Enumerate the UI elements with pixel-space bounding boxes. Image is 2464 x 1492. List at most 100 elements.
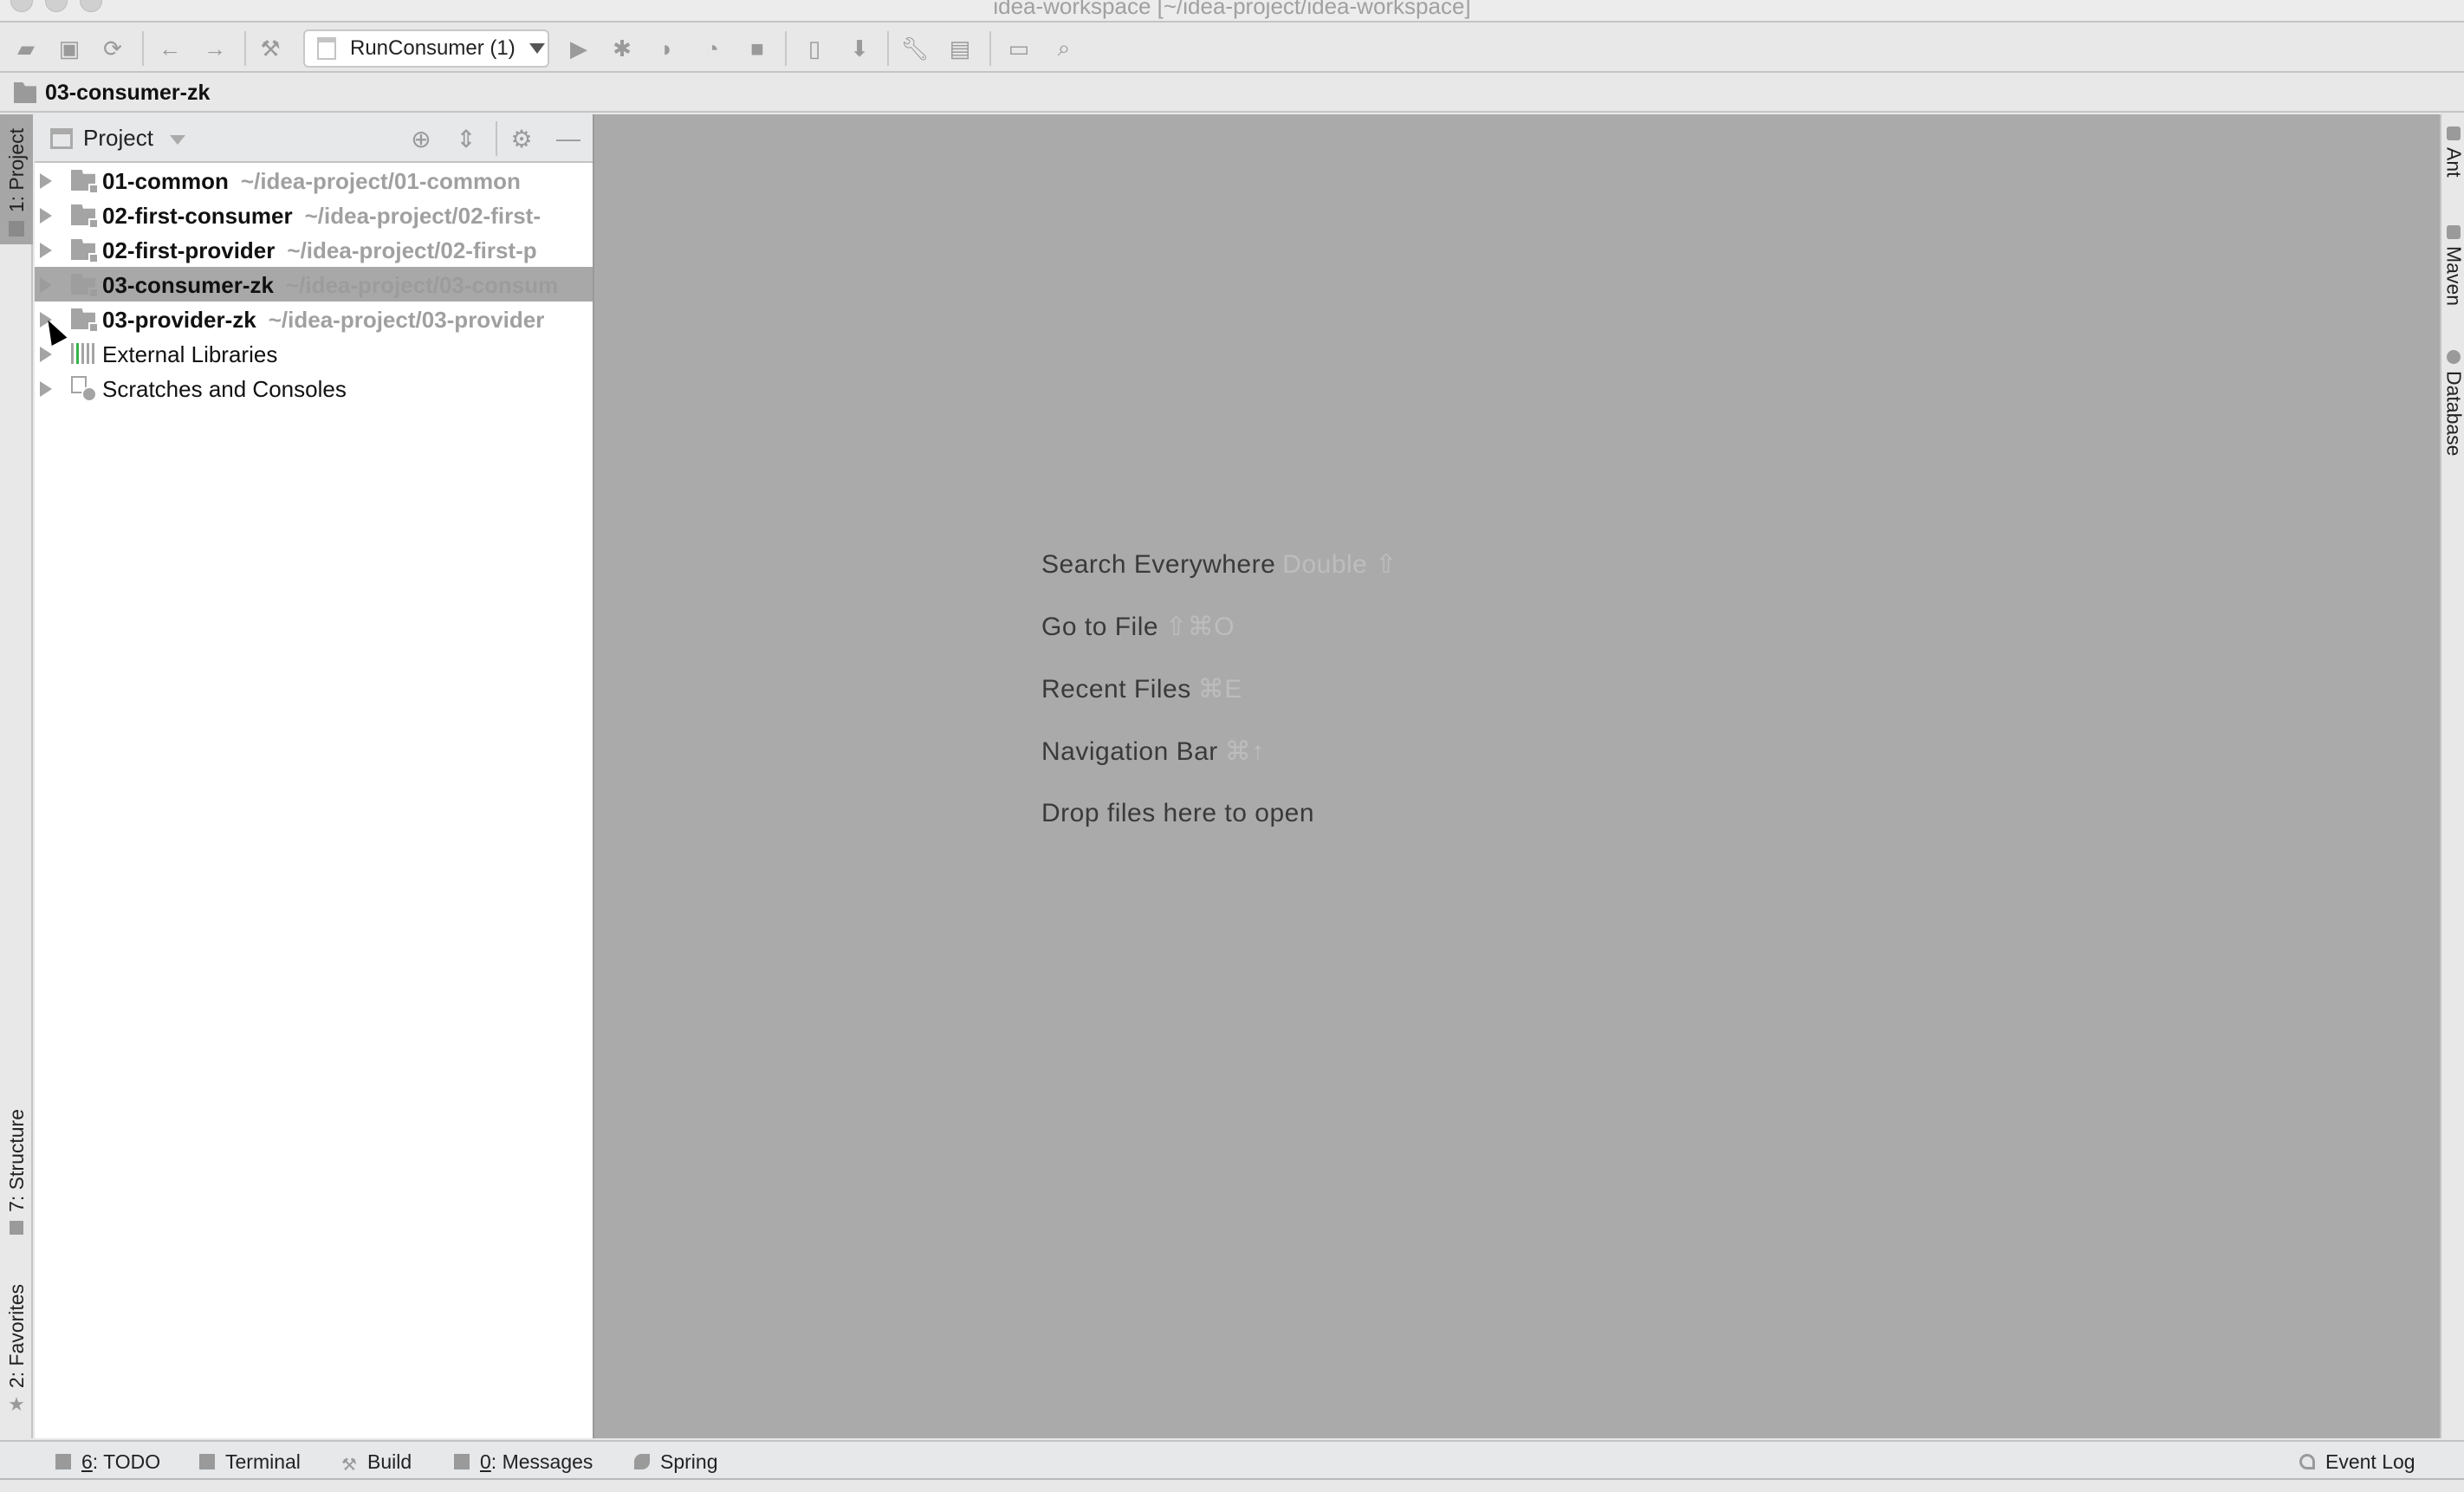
tab-favorites-label: 2: Favorites bbox=[4, 1284, 28, 1389]
tree-item-name: 03-provider-zk bbox=[102, 307, 256, 333]
editor-area[interactable]: Search Everywhere Double ⇧ Go to File ⇧⌘O … bbox=[593, 114, 2440, 1438]
presentation-icon[interactable]: ▭ bbox=[1005, 35, 1033, 62]
tab-structure-label: 7: Structure bbox=[4, 1109, 28, 1212]
messages-label: : Messages bbox=[490, 1450, 593, 1473]
todo-mnemonic: 6 bbox=[81, 1450, 93, 1473]
tree-item-path: ~/idea-project/02-first- bbox=[304, 203, 541, 229]
gear-icon[interactable]: ⚙ bbox=[508, 125, 535, 152]
save-icon[interactable]: ▣ bbox=[55, 35, 83, 62]
hint-label: Navigation Bar bbox=[1041, 737, 1218, 766]
debug-icon[interactable]: ✱ bbox=[608, 35, 636, 62]
tab-spring[interactable]: Spring bbox=[634, 1449, 717, 1475]
run-configuration-selector[interactable]: RunConsumer (1) bbox=[303, 29, 549, 68]
sync-icon[interactable]: ⟳ bbox=[99, 35, 126, 62]
project-structure-icon[interactable]: ▤ bbox=[946, 35, 974, 62]
expand-arrow-icon[interactable] bbox=[40, 347, 52, 362]
collapse-all-icon[interactable]: ⇕ bbox=[452, 125, 480, 152]
breadcrumb-item[interactable]: 03-consumer-zk bbox=[45, 81, 210, 106]
tab-ant[interactable]: Ant bbox=[2441, 126, 2464, 178]
tab-build[interactable]: ⚒ Build bbox=[341, 1449, 412, 1476]
tab-maven-label: Maven bbox=[2442, 246, 2464, 307]
expand-arrow-icon[interactable] bbox=[40, 208, 52, 224]
hint-label: Go to File bbox=[1041, 613, 1159, 641]
module-folder-icon bbox=[71, 308, 99, 333]
chevron-down-icon[interactable] bbox=[170, 135, 185, 145]
project-tool-window: Project ⊕ ⇕ ⚙ — 01-common ~/idea-project/… bbox=[35, 114, 593, 1438]
event-log-icon bbox=[2299, 1454, 2315, 1469]
tab-project-label: 1: Project bbox=[4, 128, 28, 213]
tree-item-module[interactable]: 03-provider-zk ~/idea-project/03-provider bbox=[35, 302, 593, 336]
module-folder-icon bbox=[71, 170, 99, 194]
tree-item-module[interactable]: 01-common ~/idea-project/01-common bbox=[35, 163, 593, 198]
tree-item-module[interactable]: 02-first-consumer ~/idea-project/02-first… bbox=[35, 198, 593, 232]
tab-structure[interactable]: 7: Structure bbox=[0, 1109, 33, 1248]
project-icon bbox=[9, 221, 24, 237]
terminal-icon bbox=[199, 1454, 215, 1469]
expand-arrow-icon[interactable] bbox=[40, 173, 52, 189]
scratches-icon bbox=[71, 376, 97, 402]
sdk-download-icon[interactable]: ⬇ bbox=[846, 35, 873, 62]
chevron-down-icon bbox=[528, 43, 545, 54]
structure-icon bbox=[10, 1220, 23, 1235]
tab-terminal[interactable]: Terminal bbox=[199, 1449, 301, 1475]
back-icon[interactable]: ← bbox=[156, 35, 184, 62]
tree-item-module-selected[interactable]: 03-consumer-zk ~/idea-project/03-consum bbox=[35, 267, 593, 302]
settings-wrench-icon[interactable]: 🔧︎ bbox=[901, 35, 930, 62]
hide-panel-icon[interactable]: — bbox=[554, 125, 582, 152]
toolbar-separator bbox=[244, 31, 246, 66]
search-icon[interactable]: ⌕ bbox=[1050, 35, 1078, 62]
messages-mnemonic: 0 bbox=[480, 1450, 491, 1473]
run-icon[interactable]: ▶ bbox=[565, 35, 593, 62]
build-hammer-icon[interactable]: ⚒ bbox=[256, 35, 284, 62]
title-bar: idea-workspace [~/idea-project/idea-work… bbox=[0, 0, 2464, 23]
tab-project[interactable]: 1: Project bbox=[0, 114, 33, 244]
tree-item-external-libraries[interactable]: External Libraries bbox=[35, 336, 593, 371]
maven-icon bbox=[2447, 225, 2461, 239]
event-log-label: Event Log bbox=[2325, 1450, 2415, 1473]
open-folder-icon[interactable]: ▰ bbox=[12, 35, 40, 62]
expand-arrow-icon[interactable] bbox=[40, 277, 52, 293]
hint-label: Drop files here to open bbox=[1041, 799, 1315, 827]
toolbar-separator bbox=[989, 31, 991, 66]
tree-item-name: Scratches and Consoles bbox=[102, 376, 347, 402]
project-view-icon bbox=[50, 128, 73, 149]
bottom-tool-stripe: 6: TODO Terminal ⚒ Build 0: Messages Spr… bbox=[0, 1440, 2464, 1480]
tab-event-log[interactable]: Event Log bbox=[2299, 1449, 2415, 1475]
locate-file-icon[interactable]: ⊕ bbox=[407, 125, 435, 152]
tab-ant-label: Ant bbox=[2442, 147, 2464, 178]
terminal-label: Terminal bbox=[225, 1450, 301, 1473]
tree-item-module[interactable]: 02-first-provider ~/idea-project/02-first… bbox=[35, 232, 593, 267]
tab-favorites[interactable]: 2: Favorites ★ bbox=[0, 1284, 33, 1431]
profile-icon[interactable]: ◔ bbox=[698, 35, 726, 62]
todo-label: : TODO bbox=[92, 1450, 161, 1473]
tab-todo[interactable]: 6: TODO bbox=[55, 1449, 160, 1475]
tree-item-name: 02-first-consumer bbox=[102, 203, 293, 229]
device-icon[interactable]: ▯ bbox=[801, 35, 828, 62]
right-tool-stripe: Ant Maven Database bbox=[2440, 114, 2464, 1438]
tree-item-name: 02-first-provider bbox=[102, 237, 276, 263]
tree-item-name: External Libraries bbox=[102, 341, 278, 367]
expand-arrow-icon[interactable] bbox=[40, 243, 52, 258]
toolbar-separator bbox=[785, 31, 787, 66]
expand-arrow-icon[interactable] bbox=[40, 381, 52, 397]
hint-label: Search Everywhere bbox=[1041, 550, 1276, 579]
tab-maven[interactable]: Maven bbox=[2441, 225, 2464, 306]
stop-icon[interactable]: ■ bbox=[743, 35, 771, 62]
tab-database[interactable]: Database bbox=[2441, 350, 2464, 456]
tree-item-path: ~/idea-project/01-common bbox=[240, 168, 521, 194]
build-hammer-icon: ⚒ bbox=[341, 1456, 357, 1475]
run-with-coverage-icon[interactable]: ◗ bbox=[653, 35, 681, 62]
forward-icon[interactable]: → bbox=[201, 35, 229, 62]
tree-item-scratches[interactable]: Scratches and Consoles bbox=[35, 371, 593, 405]
project-view-selector[interactable]: Project bbox=[83, 125, 153, 152]
run-config-label: RunConsumer (1) bbox=[350, 36, 515, 60]
hint-recent-files: Recent Files ⌘E bbox=[1041, 674, 1397, 736]
project-panel-header: Project ⊕ ⇕ ⚙ — bbox=[35, 114, 593, 163]
ant-icon bbox=[2447, 126, 2461, 140]
tab-messages[interactable]: 0: Messages bbox=[454, 1449, 593, 1475]
tree-item-path: ~/idea-project/03-provider bbox=[268, 307, 545, 333]
build-label: Build bbox=[367, 1450, 412, 1473]
run-config-icon bbox=[317, 37, 336, 60]
module-folder-icon bbox=[71, 239, 99, 263]
messages-icon bbox=[454, 1454, 470, 1469]
